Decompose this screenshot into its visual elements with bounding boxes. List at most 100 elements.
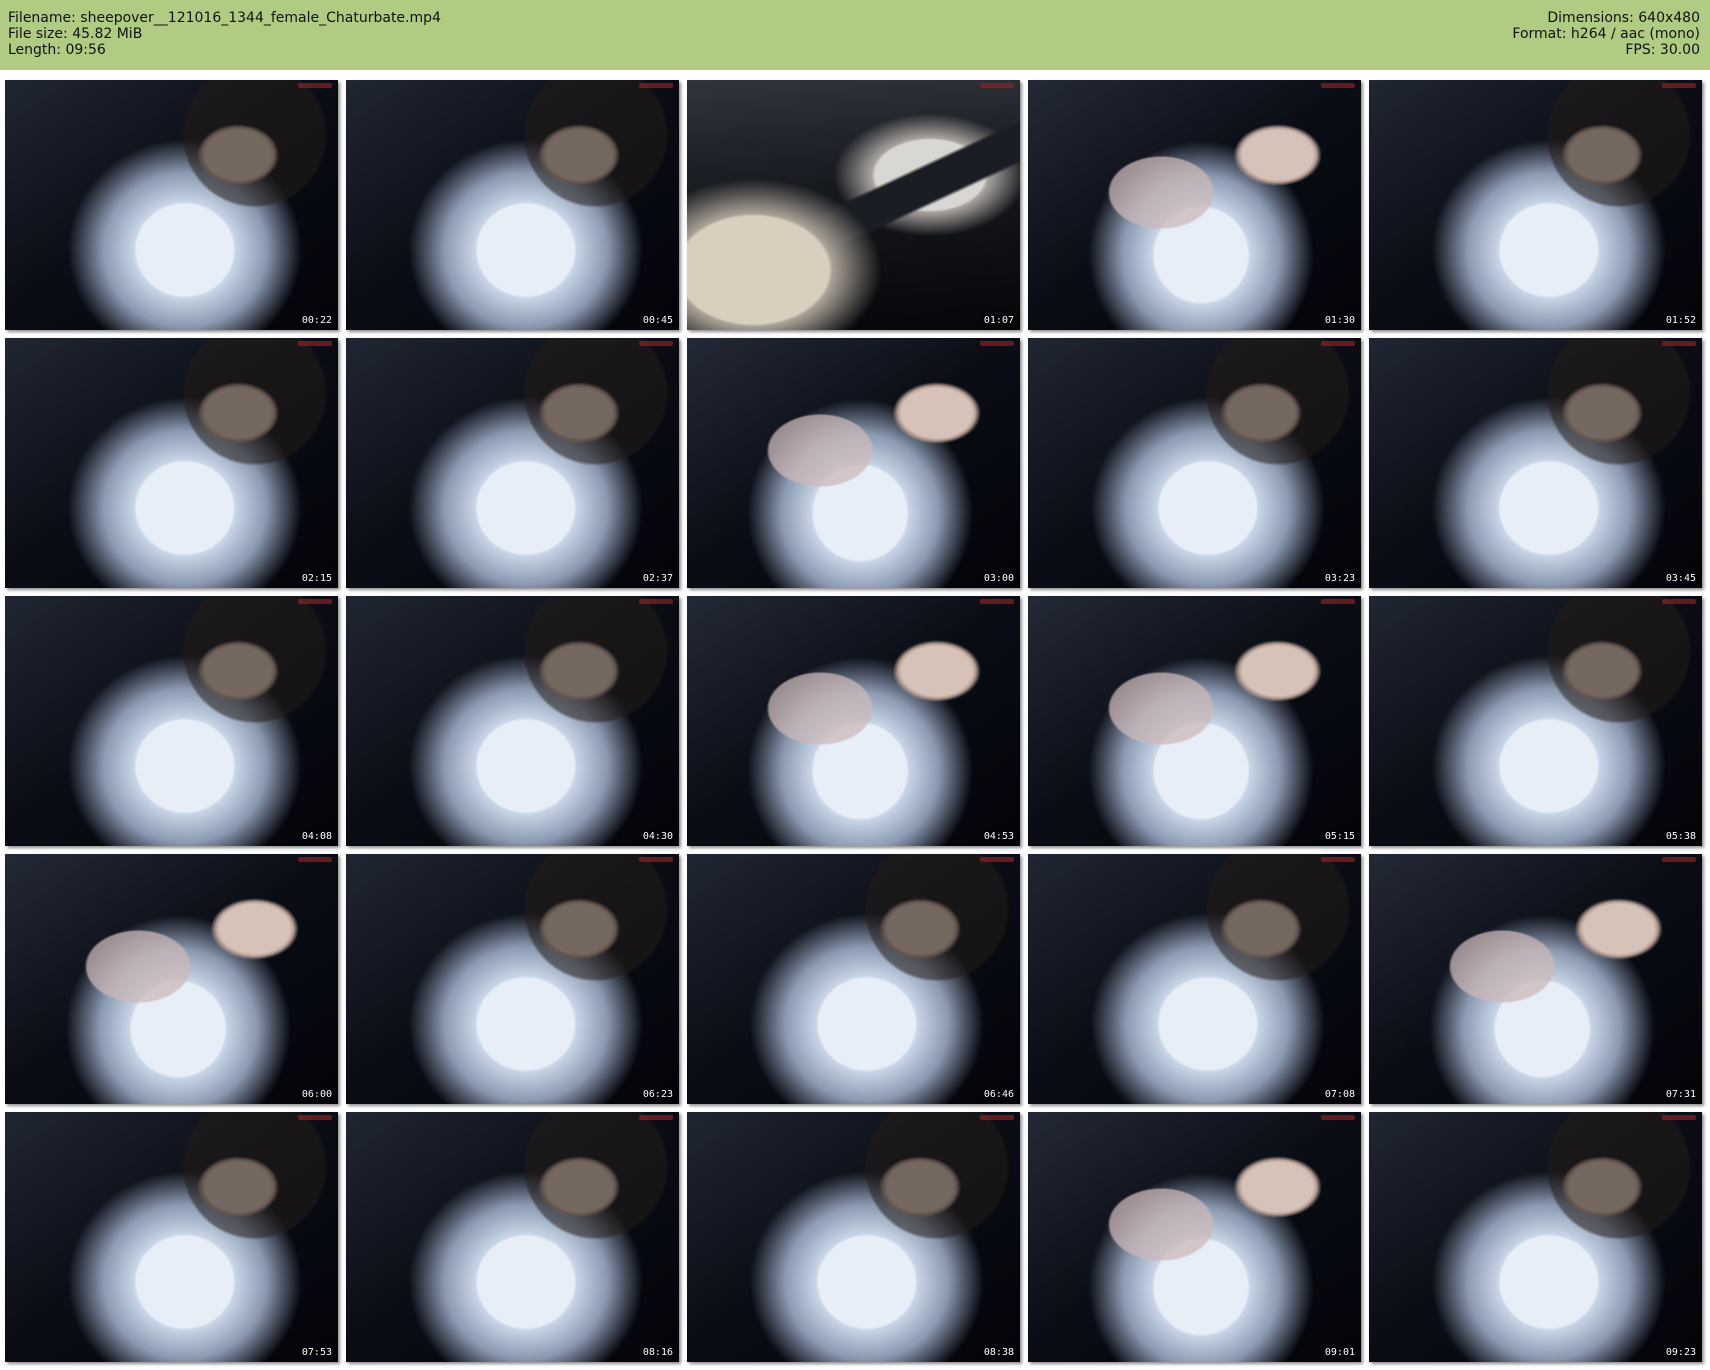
dimensions-text: Dimensions: 640x480 — [1547, 10, 1700, 26]
watermark-mark — [639, 857, 673, 862]
thumbnail-03-45: 03:45 — [1369, 338, 1702, 588]
watermark-mark — [1321, 1115, 1355, 1120]
timestamp-label: 07:31 — [1663, 1089, 1698, 1101]
thumbnail-08-16: 08:16 — [346, 1112, 679, 1362]
length-text: Length: 09:56 — [8, 42, 106, 58]
thumbnail-image — [1369, 338, 1702, 588]
watermark-mark — [1662, 83, 1696, 88]
timestamp-label: 07:53 — [299, 1347, 334, 1359]
thumbnail-07-53: 07:53 — [5, 1112, 338, 1362]
thumbnail-05-15: 05:15 — [1028, 596, 1361, 846]
timestamp-label: 03:23 — [1322, 573, 1357, 585]
thumbnail-03-00: 03:00 — [687, 338, 1020, 588]
timestamp-label: 08:38 — [981, 1347, 1016, 1359]
watermark-mark — [1662, 857, 1696, 862]
thumbnail-09-01: 09:01 — [1028, 1112, 1361, 1362]
thumbnail-01-30: 01:30 — [1028, 80, 1361, 330]
thumbnail-04-30: 04:30 — [346, 596, 679, 846]
watermark-mark — [298, 83, 332, 88]
watermark-mark — [980, 341, 1014, 346]
filename-text: Filename: sheepover__121016_1344_female_… — [8, 10, 441, 26]
timestamp-label: 01:52 — [1663, 315, 1698, 327]
thumbnail-01-52: 01:52 — [1369, 80, 1702, 330]
thumbnail-image — [1369, 854, 1702, 1104]
video-info-left: Filename: sheepover__121016_1344_female_… — [8, 10, 441, 58]
thumbnail-image — [346, 1112, 679, 1362]
thumbnail-image — [687, 1112, 1020, 1362]
watermark-mark — [639, 83, 673, 88]
thumbnail-image — [5, 1112, 338, 1362]
timestamp-label: 01:07 — [981, 315, 1016, 327]
thumbnail-image — [1028, 338, 1361, 588]
timestamp-label: 04:30 — [640, 831, 675, 843]
timestamp-label: 05:15 — [1322, 831, 1357, 843]
timestamp-label: 01:30 — [1322, 315, 1357, 327]
thumbnail-image — [687, 596, 1020, 846]
timestamp-label: 04:08 — [299, 831, 334, 843]
thumbnail-image — [5, 596, 338, 846]
thumbnail-image — [5, 80, 338, 330]
timestamp-label: 03:45 — [1663, 573, 1698, 585]
watermark-mark — [639, 341, 673, 346]
timestamp-label: 02:37 — [640, 573, 675, 585]
thumbnail-image — [1369, 1112, 1702, 1362]
watermark-mark — [1321, 83, 1355, 88]
thumbnail-image — [687, 854, 1020, 1104]
thumbnail-image — [346, 338, 679, 588]
thumbnail-05-38: 05:38 — [1369, 596, 1702, 846]
file-size-text: File size: 45.82 MiB — [8, 26, 143, 42]
thumbnail-00-22: 00:22 — [5, 80, 338, 330]
timestamp-label: 04:53 — [981, 831, 1016, 843]
watermark-mark — [980, 1115, 1014, 1120]
thumbnail-07-08: 07:08 — [1028, 854, 1361, 1104]
timestamp-label: 02:15 — [299, 573, 334, 585]
thumbnail-image — [1028, 80, 1361, 330]
timestamp-label: 06:23 — [640, 1089, 675, 1101]
thumbnail-08-38: 08:38 — [687, 1112, 1020, 1362]
watermark-mark — [980, 599, 1014, 604]
thumbnail-image — [5, 338, 338, 588]
thumbnail-image — [5, 854, 338, 1104]
thumbnail-image — [1028, 1112, 1361, 1362]
thumbnail-02-15: 02:15 — [5, 338, 338, 588]
watermark-mark — [639, 1115, 673, 1120]
thumbnail-01-07: 01:07 — [687, 80, 1020, 330]
watermark-mark — [1321, 341, 1355, 346]
thumbnail-09-23: 09:23 — [1369, 1112, 1702, 1362]
watermark-mark — [298, 599, 332, 604]
watermark-mark — [298, 341, 332, 346]
thumbnail-06-00: 06:00 — [5, 854, 338, 1104]
thumbnail-02-37: 02:37 — [346, 338, 679, 588]
video-info-header: Filename: sheepover__121016_1344_female_… — [0, 0, 1710, 70]
timestamp-label: 06:00 — [299, 1089, 334, 1101]
timestamp-label: 05:38 — [1663, 831, 1698, 843]
thumbnail-image — [1028, 596, 1361, 846]
watermark-mark — [1321, 599, 1355, 604]
thumbnail-06-23: 06:23 — [346, 854, 679, 1104]
timestamp-label: 00:45 — [640, 315, 675, 327]
thumbnail-image — [1369, 80, 1702, 330]
watermark-mark — [639, 599, 673, 604]
format-text: Format: h264 / aac (mono) — [1512, 26, 1700, 42]
thumbnail-image — [687, 80, 1020, 330]
thumbnail-image — [687, 338, 1020, 588]
timestamp-label: 03:00 — [981, 573, 1016, 585]
thumbnail-07-31: 07:31 — [1369, 854, 1702, 1104]
thumbnail-image — [346, 596, 679, 846]
timestamp-label: 00:22 — [299, 315, 334, 327]
timestamp-label: 08:16 — [640, 1347, 675, 1359]
watermark-mark — [980, 83, 1014, 88]
thumbnail-00-45: 00:45 — [346, 80, 679, 330]
timestamp-label: 09:23 — [1663, 1347, 1698, 1359]
thumbnail-04-08: 04:08 — [5, 596, 338, 846]
thumbnail-image — [1028, 854, 1361, 1104]
video-info-right: Dimensions: 640x480 Format: h264 / aac (… — [1512, 10, 1700, 58]
watermark-mark — [980, 857, 1014, 862]
thumbnail-image — [1369, 596, 1702, 846]
thumbnail-04-53: 04:53 — [687, 596, 1020, 846]
watermark-mark — [1662, 599, 1696, 604]
thumbnail-image — [346, 854, 679, 1104]
watermark-mark — [1662, 1115, 1696, 1120]
thumbnail-06-46: 06:46 — [687, 854, 1020, 1104]
thumbnail-image — [346, 80, 679, 330]
